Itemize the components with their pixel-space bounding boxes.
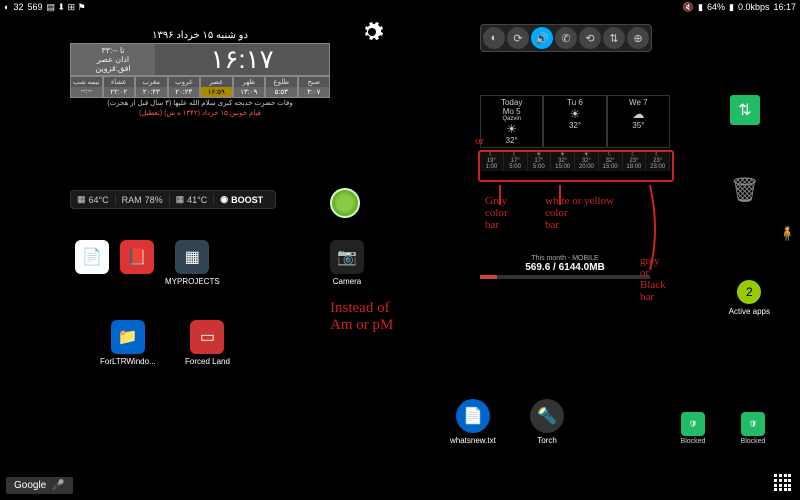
prayer-col: طلوع۵:۵۳ (265, 76, 298, 98)
mute-icon: 🔇 (683, 2, 694, 13)
sync-toggle[interactable]: ⟳ (507, 27, 529, 49)
battery-pct: 64% (707, 2, 725, 12)
torch-app[interactable]: 🔦Torch (530, 399, 564, 445)
prayer-horizon: افق:قزوین (95, 64, 130, 73)
blocked-app-2[interactable]: 🛡 Blocked (676, 412, 710, 445)
app-label: whatsnew.txt (450, 436, 496, 445)
google-label: Google (14, 480, 46, 491)
app-label: Forced Land (185, 357, 230, 366)
weather-hour: ☾23°23:00 (646, 150, 670, 171)
status-num2: 569 (27, 2, 42, 12)
ram-icon: RAM (122, 195, 142, 205)
weather-day: TodayMo 5Qazvin☀32° (480, 95, 543, 148)
data-bar (480, 275, 650, 279)
temp-icon: ▦ (176, 194, 185, 205)
cpu-temp: 64°C (89, 195, 109, 205)
prayer-col: ظهر۱۳:۰۹ (233, 76, 266, 98)
brightness-toggle[interactable]: ◐ (483, 27, 505, 49)
blocked-label: Blocked (736, 438, 770, 445)
weather-widget[interactable]: TodayMo 5Qazvin☀32°Tu 6☀32°We 7☁35° ☾19°… (480, 95, 670, 171)
forcedland-app[interactable]: ▭Forced Land (185, 320, 230, 366)
data-toggle[interactable]: ⊕ (627, 27, 649, 49)
prayer-times-table: نیمه شب--:--عشاء۲۲:۰۲مغرب۲۰:۴۳غروب۲۰:۲۳ع… (70, 76, 330, 98)
booster-widget[interactable]: ▦64°C RAM78% ▦41°C ◉BOOST (70, 190, 276, 209)
weather-hour: ☾17°5:00 (504, 150, 528, 171)
annotation-grey: Grey color bar (485, 195, 508, 231)
shield-icon: 🛡 (741, 412, 765, 436)
status-time: 16:17 (773, 2, 796, 12)
status-bar: ◐ 32 569 ▤ ⬇ ⊞ ⚑ 🔇 ▮ 64% ▮ 0.0kbps 16:17 (0, 0, 800, 14)
boost-button[interactable] (330, 188, 360, 218)
prayer-col: صبح۴:۰۷ (298, 76, 331, 98)
annotation-instead: Instead of Am or pM (330, 300, 393, 333)
trash-icon[interactable]: 🗑 (730, 175, 760, 205)
active-apps-label: Active apps (729, 307, 770, 316)
prayer-col: غروب۲۰:۲۳ (168, 76, 201, 98)
boost-icon: ◉ (220, 194, 228, 205)
file-thumbnail-1[interactable]: 📄 (75, 240, 109, 277)
forltr-app[interactable]: 📁ForLTRWindo... (100, 320, 156, 366)
google-search-bar[interactable]: Google 🎤 (6, 477, 73, 494)
active-apps-button[interactable]: 2 Active apps (729, 280, 770, 316)
persian-event1: وفات حضرت خدیجه کبری سلام الله علیها (۳ … (70, 98, 330, 108)
signal-icon: ▮ (698, 2, 703, 13)
active-apps-count: 2 (737, 280, 761, 304)
prayer-col: نیمه شب--:-- (70, 76, 103, 98)
shield-icon: 🛡 (681, 412, 705, 436)
prayer-next: اذان عصر (97, 55, 129, 64)
annotation-arrows (470, 150, 690, 330)
temp-val: 41°C (187, 195, 207, 205)
persian-date: دو شنبه ۱۵ خرداد ۱۳۹۶ (70, 30, 330, 41)
rotate-toggle[interactable]: ⟲ (579, 27, 601, 49)
myprojects-app[interactable]: ▦MYPROJECTS (165, 240, 220, 286)
sound-toggle[interactable]: 🔊 (531, 27, 553, 49)
wifi-toggle[interactable]: ⇅ (603, 27, 625, 49)
weather-day: Tu 6☀32° (543, 95, 606, 148)
annotation-white: white or yellow color bar (545, 195, 614, 231)
blocked-label: Blocked (676, 438, 710, 445)
weather-hour: ☀32°20:00 (575, 150, 599, 171)
data-usage-widget[interactable]: This month - MOBILE 569.6 / 6144.0MB (480, 255, 650, 279)
whatsnew-file[interactable]: 📄whatsnew.txt (450, 399, 496, 445)
quick-toggles: ◐ ⟳ 🔊 ✆ ⟲ ⇅ ⊕ (480, 24, 652, 52)
net-speed: 0.0kbps (738, 2, 770, 12)
settings-button[interactable] (360, 20, 384, 44)
weather-hour: ☾19°1:00 (480, 150, 504, 171)
status-icon: ◐ (4, 2, 9, 12)
prayer-times-widget[interactable]: دو شنبه ۱۵ خرداد ۱۳۹۶ تا --:۳۳ اذان عصر … (70, 30, 330, 118)
weather-hour: ☾32°15:00 (599, 150, 623, 171)
weather-day: We 7☁35° (607, 95, 670, 148)
app-label: Torch (530, 436, 564, 445)
phone-toggle[interactable]: ✆ (555, 27, 577, 49)
prayer-countdown: تا --:۳۳ (101, 46, 124, 55)
weather-hour: ☾23°18:00 (623, 150, 647, 171)
prayer-col: عشاء۲۲:۰۲ (103, 76, 136, 98)
app-label: MYPROJECTS (165, 277, 220, 286)
camera-app[interactable]: 📷Camera (330, 240, 364, 286)
file-thumbnail-2[interactable]: 📕 (120, 240, 154, 277)
weather-hour: ☀32°15:00 (551, 150, 575, 171)
persian-event2: قیام خونین ۱۵ خرداد (۱۳۴۲ ه ش) (تعطیل) (70, 108, 330, 118)
boost-label: BOOST (231, 195, 263, 205)
persian-clock: ۱۶:۱۷ (155, 44, 329, 75)
status-num1: 32 (13, 2, 23, 12)
cpu-icon: ▦ (77, 194, 86, 205)
blocked-app-1[interactable]: 🛡 Blocked (736, 412, 770, 445)
pixel-character: 🧍 (779, 225, 796, 242)
app-label: ForLTRWindo... (100, 357, 156, 366)
app-drawer-button[interactable] (774, 474, 792, 492)
status-icons: ▤ ⬇ ⊞ ⚑ (46, 2, 85, 13)
battery-icon: ▮ (729, 2, 734, 13)
prayer-col: عصر۱۶:۵۹ (200, 76, 233, 98)
ram-pct: 78% (145, 195, 163, 205)
weather-hour: ☀17°5:00 (528, 150, 552, 171)
prayer-col: مغرب۲۰:۴۳ (135, 76, 168, 98)
data-header: This month - MOBILE (480, 255, 650, 262)
transfer-icon[interactable]: ⇅ (730, 95, 760, 125)
app-label: Camera (330, 277, 364, 286)
data-value: 569.6 / 6144.0MB (480, 262, 650, 273)
mic-icon[interactable]: 🎤 (52, 480, 64, 491)
